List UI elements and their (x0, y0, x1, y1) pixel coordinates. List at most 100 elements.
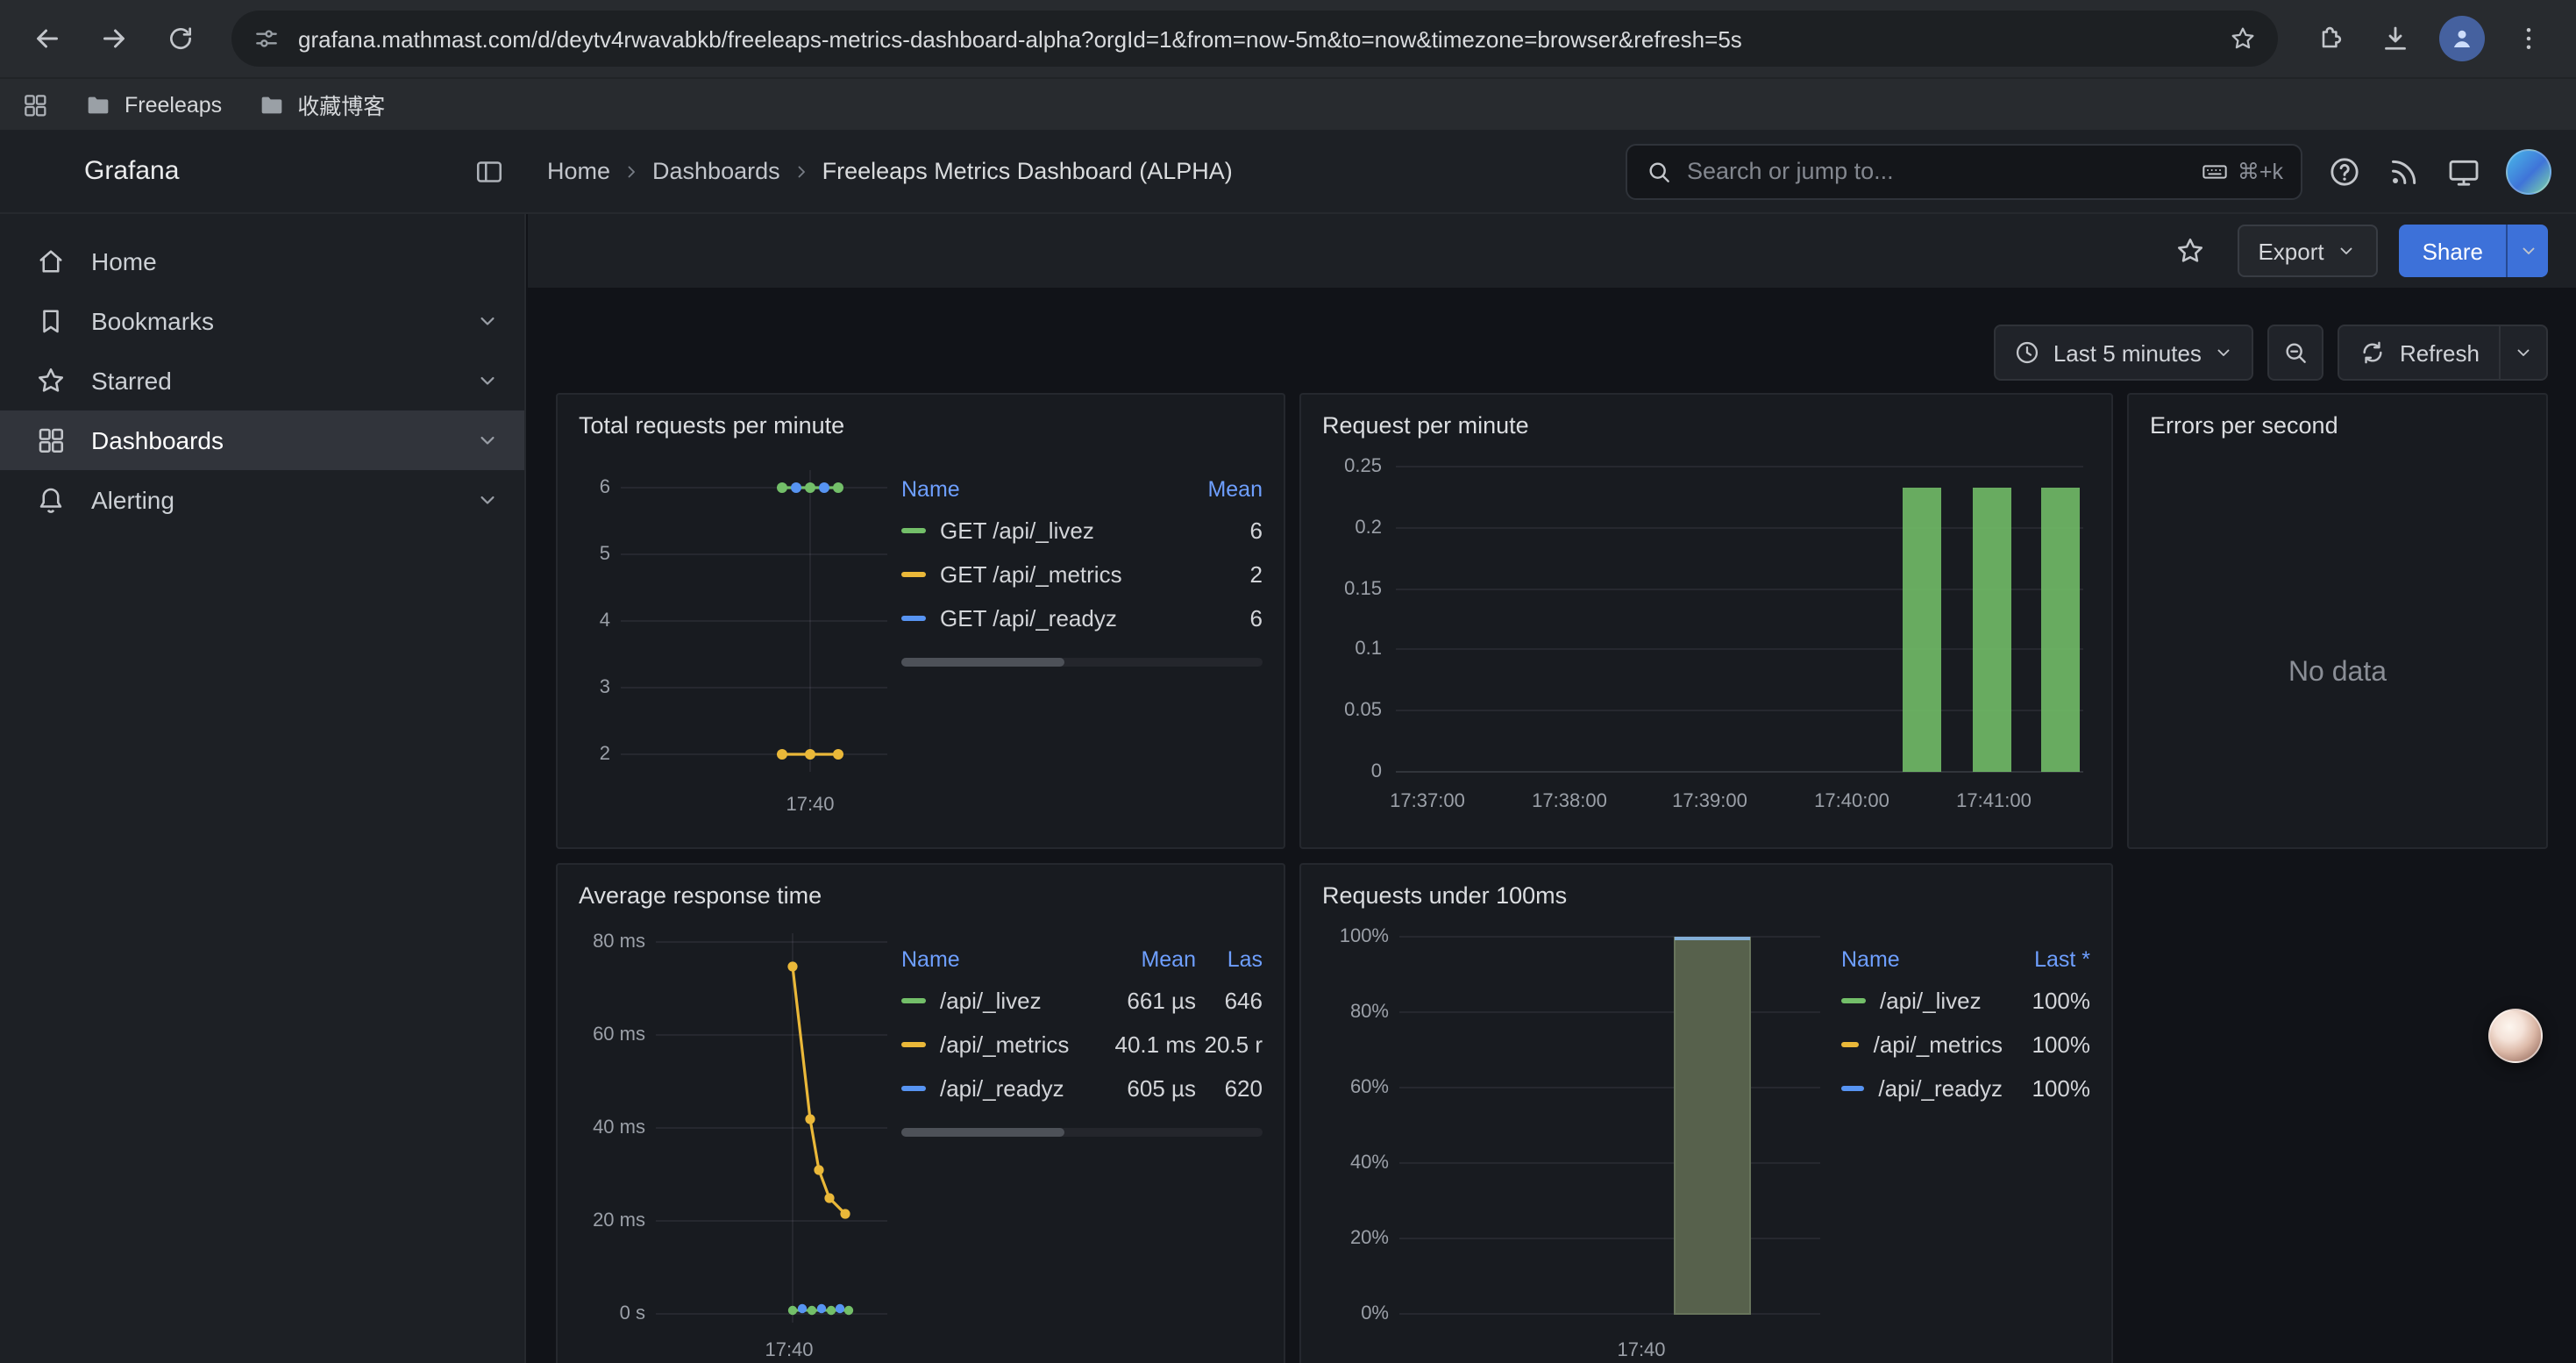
share-caret-button[interactable] (2506, 225, 2548, 277)
browser-reload-button[interactable] (151, 9, 210, 68)
folder-icon (257, 90, 285, 118)
zoom-out-button[interactable] (2268, 325, 2324, 381)
series-toggle[interactable]: GET /api/_livez (901, 517, 1182, 544)
news-rss-button[interactable] (2387, 153, 2422, 189)
legend-scrollbar[interactable] (901, 658, 1263, 667)
url-input[interactable] (298, 25, 2211, 52)
chart-plot (621, 449, 887, 786)
person-icon (2448, 25, 2476, 53)
chevron-down-icon[interactable] (475, 309, 500, 333)
legend-col-name[interactable]: Name (901, 477, 1182, 502)
legend-col-last[interactable]: Las (1196, 947, 1263, 972)
x-tick: 17:40 (786, 795, 834, 816)
grafana-logo-icon[interactable] (25, 150, 67, 192)
help-button[interactable] (2327, 153, 2362, 189)
favorite-star-button[interactable] (2163, 225, 2216, 277)
chevron-down-icon[interactable] (475, 488, 500, 512)
omnibox[interactable] (231, 11, 2278, 67)
sidebar-item-alerting[interactable]: Alerting (0, 470, 524, 530)
series-last: 100% (2003, 1031, 2090, 1058)
browser-forward-button[interactable] (84, 9, 144, 68)
sidebar-item-starred[interactable]: Starred (0, 351, 524, 410)
browser-menu-button[interactable] (2499, 9, 2558, 68)
panel-request-per-minute: Request per minute 0.25 0.2 0.15 0.1 0.0… (1299, 393, 2113, 849)
chevron-right-icon (621, 161, 642, 182)
x-tick: 17:41:00 (1956, 791, 2032, 812)
series-toggle[interactable]: GET /api/_metrics (901, 561, 1182, 588)
apps-grid-icon[interactable] (21, 90, 49, 118)
x-tick: 17:40 (765, 1340, 813, 1361)
legend-table: Name Last * /api/_livez 100% /api/_metri… (1841, 919, 2090, 1361)
series-last: 20.5 r (1196, 1031, 1263, 1058)
legend-col-mean[interactable]: Mean (1182, 477, 1263, 502)
panel-title[interactable]: Requests under 100ms (1322, 874, 2090, 919)
sidebar-item-dashboards[interactable]: Dashboards (0, 410, 524, 470)
search-input[interactable] (1687, 158, 2187, 184)
y-tick: 2 (579, 744, 610, 765)
legend-col-name[interactable]: Name (901, 947, 1094, 972)
search-box[interactable]: ⌘+k (1626, 143, 2302, 199)
chevron-down-icon[interactable] (475, 368, 500, 393)
x-tick: 17:40 (1617, 1340, 1665, 1361)
export-button[interactable]: Export (2237, 225, 2378, 277)
sidebar-item-home[interactable]: Home (0, 232, 524, 291)
refresh-interval-button[interactable] (2499, 326, 2546, 379)
scrollbar-thumb[interactable] (901, 658, 1064, 667)
average-response-chart[interactable]: 80 ms 60 ms 40 ms 20 ms 0 s (579, 919, 887, 1361)
scrollbar-thumb[interactable] (901, 1128, 1064, 1137)
series-name: /api/_metrics (1874, 1031, 2003, 1058)
legend-col-mean[interactable]: Mean (1094, 947, 1196, 972)
legend-header: Name Mean (901, 470, 1263, 509)
series-toggle[interactable]: /api/_readyz (901, 1075, 1094, 1102)
series-toggle[interactable]: /api/_livez (1841, 988, 2003, 1014)
panel-title[interactable]: Errors per second (2150, 403, 2525, 449)
request-per-minute-chart[interactable]: 0.25 0.2 0.15 0.1 0.05 0 (1322, 449, 2094, 846)
back-icon (32, 23, 63, 54)
bookmarks-bar: Freeleaps 收藏博客 (0, 77, 2576, 130)
legend-col-name[interactable]: Name (1841, 947, 2003, 972)
shortcut-label: ⌘+k (2238, 158, 2283, 184)
refresh-button[interactable]: Refresh (2340, 326, 2499, 379)
x-tick: 17:40:00 (1814, 791, 1889, 812)
legend-col-last[interactable]: Last * (2003, 947, 2090, 972)
breadcrumb-home[interactable]: Home (547, 158, 610, 184)
time-range-picker[interactable]: Last 5 minutes (1994, 325, 2254, 381)
requests-under-100ms-chart[interactable]: 100% 80% 60% 40% 20% 0% (1322, 919, 1827, 1361)
series-mean: 40.1 ms (1094, 1031, 1196, 1058)
profile-button[interactable] (2432, 9, 2492, 68)
series-toggle[interactable]: /api/_metrics (1841, 1031, 2003, 1058)
series-last: 100% (2003, 988, 2090, 1014)
series-toggle[interactable]: /api/_livez (901, 988, 1094, 1014)
extensions-button[interactable] (2299, 9, 2359, 68)
bookmark-label: 收藏博客 (297, 88, 385, 121)
legend-scrollbar[interactable] (901, 1128, 1263, 1137)
panel-title[interactable]: Average response time (579, 874, 1263, 919)
breadcrumb-dashboards[interactable]: Dashboards (652, 158, 780, 184)
y-tick: 40% (1322, 1152, 1389, 1174)
series-name: GET /api/_readyz (940, 605, 1117, 632)
display-monitor-button[interactable] (2446, 153, 2481, 189)
panel-errors-per-second: Errors per second No data (2127, 393, 2548, 849)
panel-title[interactable]: Request per minute (1322, 403, 2090, 449)
bookmark-item-freeleaps[interactable]: Freeleaps (84, 90, 222, 118)
y-tick: 3 (579, 677, 610, 698)
bookmark-item-blogs[interactable]: 收藏博客 (257, 88, 385, 121)
panel-title[interactable]: Total requests per minute (579, 403, 1263, 449)
user-avatar[interactable] (2506, 148, 2551, 194)
bookmark-star-icon[interactable] (2229, 25, 2257, 53)
series-toggle[interactable]: /api/_metrics (901, 1031, 1094, 1058)
site-info-icon[interactable] (253, 25, 281, 53)
chevron-down-icon[interactable] (475, 428, 500, 453)
share-button[interactable]: Share (2400, 225, 2506, 277)
browser-back-button[interactable] (18, 9, 77, 68)
assistant-avatar[interactable] (2488, 1009, 2543, 1063)
dashboard-canvas: Last 5 minutes Refresh Total requests pe… (528, 288, 2576, 1363)
sidebar-item-bookmarks[interactable]: Bookmarks (0, 291, 524, 351)
downloads-button[interactable] (2366, 9, 2425, 68)
sidebar-toggle-button[interactable] (473, 155, 505, 187)
y-tick: 60 ms (579, 1024, 645, 1045)
total-requests-chart[interactable]: 6 5 4 3 2 (579, 449, 887, 821)
series-mean: 6 (1182, 517, 1263, 544)
series-toggle[interactable]: /api/_readyz (1841, 1075, 2003, 1102)
series-toggle[interactable]: GET /api/_readyz (901, 605, 1182, 632)
